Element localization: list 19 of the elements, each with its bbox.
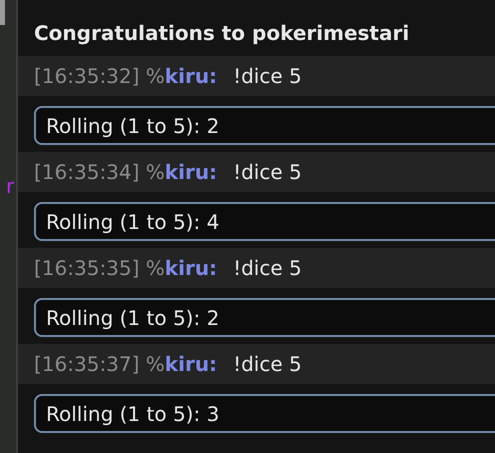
message-text: !dice 5 <box>233 255 302 282</box>
timestamp: [16:35:32] % <box>34 63 165 90</box>
message-text: !dice 5 <box>233 351 302 378</box>
username-text: r <box>6 174 14 198</box>
announcement-text: Congratulations to pokerimestari <box>34 21 410 45</box>
username[interactable]: kiru: <box>164 61 218 91</box>
dice-result: Rolling (1 to 5): 4 <box>34 202 495 241</box>
timestamp: [16:35:35] % <box>34 255 165 282</box>
timestamp: [16:35:34] % <box>34 159 165 186</box>
username[interactable]: kiru: <box>164 349 218 379</box>
message-text: !dice 5 <box>233 159 302 186</box>
timestamp: [16:35:37] % <box>34 351 165 378</box>
dice-result: Rolling (1 to 5): 2 <box>34 298 495 337</box>
dice-result: Rolling (1 to 5): 3 <box>34 394 495 433</box>
username[interactable]: kiru: <box>164 157 218 187</box>
message-text: !dice 5 <box>233 63 302 90</box>
username[interactable]: kiru: <box>164 253 218 283</box>
dice-result: Rolling (1 to 5): 2 <box>34 106 495 145</box>
scrollbar-thumb[interactable] <box>0 0 5 25</box>
